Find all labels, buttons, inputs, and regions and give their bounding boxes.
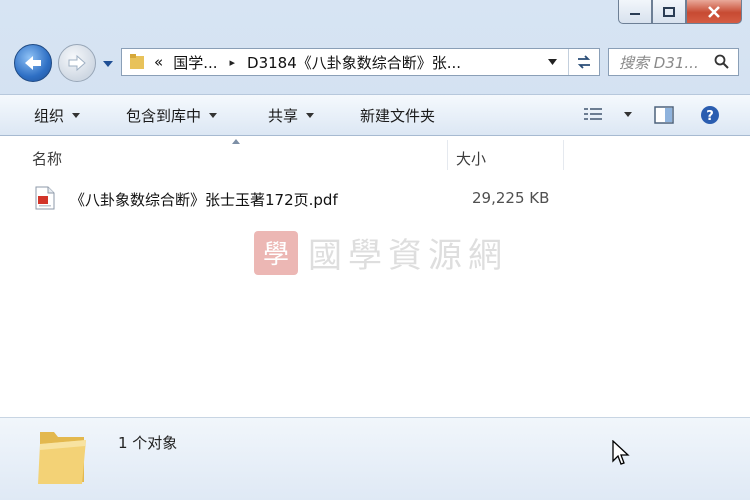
search-placeholder: 搜索 D31... [619,53,699,72]
details-view-icon [584,108,602,120]
breadcrumb-overflow[interactable]: « [154,53,163,71]
folder-icon [130,54,144,69]
chevron-down-icon [103,61,113,67]
watermark-seal: 學 [254,230,298,275]
column-header-size[interactable]: 大小 [456,148,486,169]
column-header-row: 名称 大小 [0,136,750,172]
preview-pane-icon [654,106,674,124]
recent-pages-button[interactable] [101,58,115,70]
address-bar[interactable]: « 国学... ▸ D3184《八卦象数综合断》张... [121,48,600,76]
include-in-library-menu[interactable]: 包含到库中 [126,105,218,126]
breadcrumb-separator[interactable]: ▸ [230,56,236,69]
share-menu[interactable]: 共享 [268,105,315,126]
minimize-button[interactable] [618,0,652,24]
chevron-down-icon [547,59,557,65]
address-dropdown-button[interactable] [541,49,563,75]
column-header-name[interactable]: 名称 [32,148,62,169]
command-bar: 组织 包含到库中 共享 新建文件夹 ? [0,94,750,136]
minimize-icon [630,12,640,15]
search-box[interactable]: 搜索 D31... [608,48,739,76]
breadcrumb-current[interactable]: D3184《八卦象数综合断》张... [247,52,461,73]
share-label: 共享 [268,107,299,125]
new-folder-label: 新建文件夹 [360,107,436,125]
chevron-down-icon [72,113,81,118]
breadcrumb-item[interactable]: 国学... [173,52,217,73]
column-divider[interactable] [563,140,564,170]
close-button[interactable] [686,0,742,24]
item-count: 1 个对象 [118,434,178,452]
explorer-window: « 国学... ▸ D3184《八卦象数综合断》张... 搜索 D31... 组… [0,0,750,500]
file-size: 29,225 KB [472,189,550,207]
refresh-icon [577,55,591,69]
navigation-bar: « 国学... ▸ D3184《八卦象数综合断》张... 搜索 D31... [0,40,750,86]
help-icon: ? [701,106,719,124]
chevron-down-icon [624,111,632,117]
watermark-text: 國學資源網 [308,236,508,276]
view-options-button[interactable] [584,107,632,121]
file-name[interactable]: 《八卦象数综合断》张士玉著172页.pdf [70,189,338,210]
file-row[interactable]: 《八卦象数综合断》张士玉著172页.pdf 29,225 KB [30,184,730,214]
chevron-down-icon [209,113,218,118]
maximize-button[interactable] [652,0,686,24]
search-icon[interactable] [714,54,730,70]
watermark: 學 國學資源網 [254,228,508,277]
forward-arrow-icon [68,54,86,72]
mouse-cursor-icon [612,440,630,465]
svg-text:?: ? [706,109,714,124]
new-folder-button[interactable]: 新建文件夹 [360,105,435,126]
sort-arrow-icon [232,139,240,144]
organize-label: 组织 [34,107,65,125]
organize-menu[interactable]: 组织 [34,105,81,126]
caption-buttons [618,0,742,28]
column-divider[interactable] [447,140,448,170]
pdf-file-icon [35,186,55,210]
chevron-down-icon [306,113,315,118]
refresh-button[interactable] [568,49,599,75]
include-in-library-label: 包含到库中 [126,107,202,125]
folder-icon [38,432,86,484]
details-pane: 1 个对象 [0,417,750,500]
forward-button[interactable] [58,44,96,82]
preview-pane-button[interactable] [654,106,674,124]
back-arrow-icon [25,56,41,70]
maximize-icon [663,6,675,17]
back-button[interactable] [14,44,52,82]
help-button[interactable]: ? [700,105,720,125]
file-list: 名称 大小 《八卦象数综合断》张士玉著172页.pdf 29,225 KB 學 … [0,136,750,417]
close-icon [708,5,720,18]
